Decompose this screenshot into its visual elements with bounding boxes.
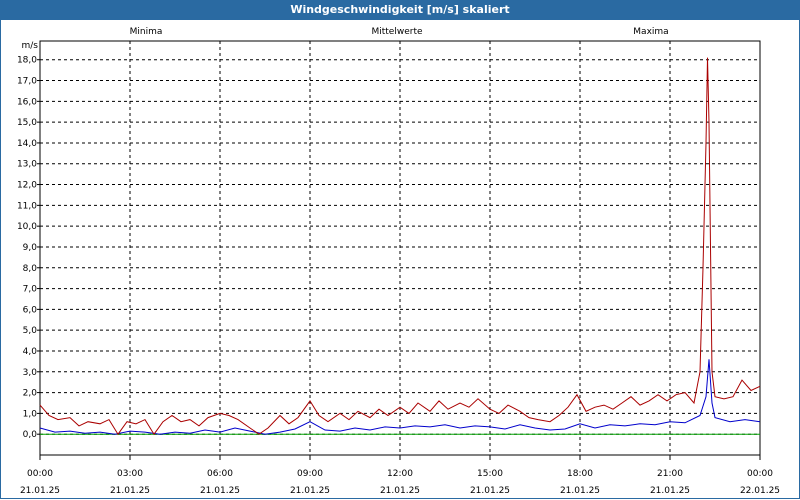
legend-minima: Minima [130, 27, 163, 37]
y-tick-label: 4,0 [23, 347, 38, 357]
x-tick-date: 21.01.25 [200, 486, 240, 496]
y-tick-label: 0,0 [23, 430, 38, 440]
x-tick-time: 06:00 [207, 469, 233, 479]
wind-speed-chart: 0,0 1,0 2,0 3,0 4,0 5,0 6,0 7,0 8,0 9,0 10,0 11,0 12… [17, 27, 780, 496]
x-tick-date: 21.01.25 [650, 486, 690, 496]
x-tick-date: 21.01.25 [560, 486, 600, 496]
y-tick-label: 9,0 [23, 243, 38, 253]
y-tick-label: 2,0 [23, 389, 38, 399]
y-tick-label: 16,0 [17, 97, 37, 107]
x-tick-date: 21.01.25 [20, 486, 60, 496]
legend-layer: Minima Mittelwerte Maxima [130, 27, 669, 37]
grid-layer [39, 40, 761, 456]
y-tick-label: 3,0 [23, 368, 38, 378]
x-tick-time: 03:00 [117, 469, 143, 479]
x-tick-time: 21:00 [657, 469, 683, 479]
y-tick-label: 12,0 [17, 181, 37, 191]
x-tick-date: 21.01.25 [110, 486, 150, 496]
x-tick-time: 18:00 [567, 469, 593, 479]
x-tick-time: 12:00 [387, 469, 413, 479]
y-tick-label: 11,0 [17, 201, 37, 211]
y-tick-label: 5,0 [23, 326, 38, 336]
y-tick-label: 8,0 [23, 264, 38, 274]
x-tick-time: 00:00 [747, 469, 773, 479]
y-tick-label: 18,0 [17, 56, 37, 66]
x-tick-time: 09:00 [297, 469, 323, 479]
legend-mittelwerte: Mittelwerte [371, 27, 422, 37]
y-tick-label: 10,0 [17, 222, 37, 232]
chart-title: Windgeschwindigkeit [m/s] skaliert [0, 0, 800, 20]
x-tick-date: 21.01.25 [380, 486, 420, 496]
x-tick-date: 21.01.25 [470, 486, 510, 496]
y-tick-label: 14,0 [17, 139, 37, 149]
y-tick-label: 15,0 [17, 118, 37, 128]
x-tick-date: 21.01.25 [290, 486, 330, 496]
y-tick-label: 1,0 [23, 409, 38, 419]
y-tick-label: 6,0 [23, 305, 38, 315]
y-tick-label: 7,0 [23, 285, 38, 295]
y-tick-label: 17,0 [17, 77, 37, 87]
legend-maxima: Maxima [633, 27, 668, 37]
x-tick-time: 00:00 [27, 469, 53, 479]
x-tick-date: 22.01.25 [740, 486, 780, 496]
y-tick-label: 13,0 [17, 160, 37, 170]
x-tick-time: 15:00 [477, 469, 503, 479]
y-axis-unit: m/s [22, 41, 39, 51]
